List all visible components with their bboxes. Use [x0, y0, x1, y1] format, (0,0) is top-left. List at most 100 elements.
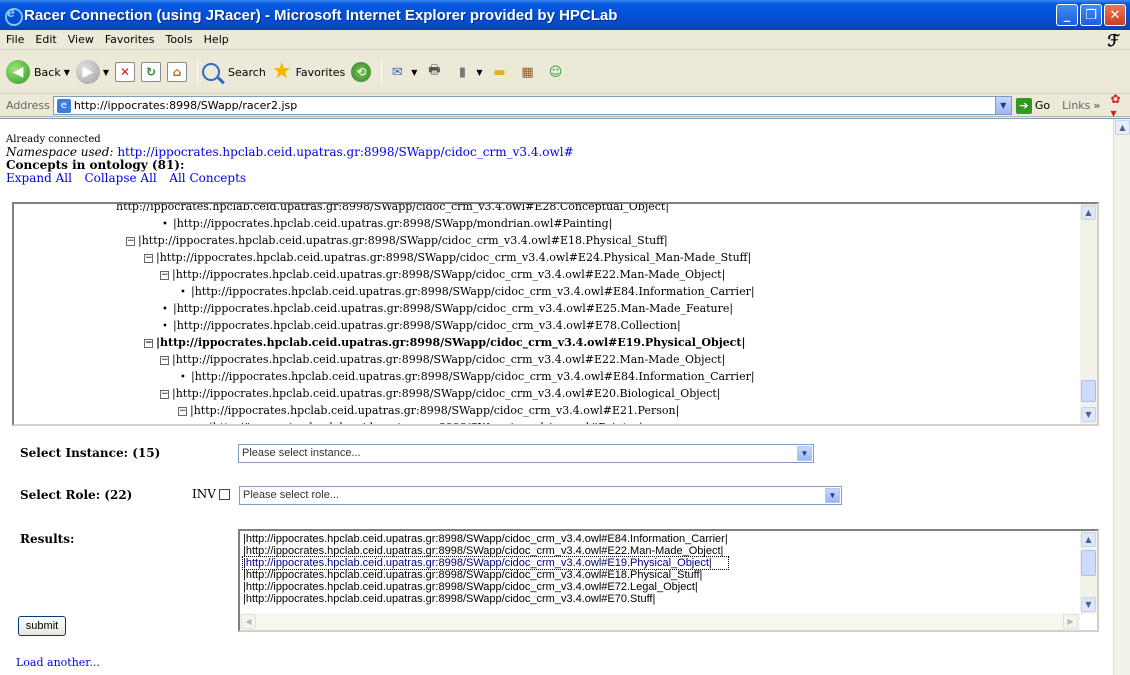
collapse-all-link[interactable]: Collapse All: [84, 171, 156, 185]
tree-node[interactable]: http://ippocrates.hpclab.ceid.upatras.gr…: [116, 204, 669, 215]
instance-select[interactable]: Please select instance... ▼: [238, 444, 814, 463]
menu-favorites[interactable]: Favorites: [105, 33, 155, 46]
ie-logo-icon: [4, 4, 23, 26]
collapse-toggle-icon[interactable]: −: [144, 338, 153, 348]
menu-view[interactable]: View: [68, 33, 94, 46]
go-arrow-icon: ➔: [1015, 97, 1032, 114]
favorites-button[interactable]: ★ Favorites: [272, 57, 345, 87]
chevron-down-icon[interactable]: ▼: [825, 488, 840, 503]
page-viewport: ▲ Already connected Namespace used: http…: [0, 118, 1130, 675]
tree-node[interactable]: − |http://ippocrates.hpclab.ceid.upatras.…: [126, 232, 668, 249]
close-button[interactable]: ✕: [1104, 4, 1126, 26]
collapse-toggle-icon[interactable]: −: [160, 355, 169, 365]
minimize-button[interactable]: _: [1056, 4, 1078, 26]
stop-icon: ✕: [115, 62, 136, 82]
menu-file[interactable]: File: [6, 33, 24, 46]
tree-node-label: |http://ippocrates.hpclab.ceid.upatras.g…: [156, 251, 752, 264]
submit-button[interactable]: submit: [18, 616, 66, 636]
inv-checkbox[interactable]: [218, 488, 230, 500]
scroll-down-icon[interactable]: ▼: [1081, 407, 1096, 422]
tree-node[interactable]: •|http://ippocrates.hpclab.ceid.upatras.…: [178, 283, 755, 300]
tree-node[interactable]: •|http://ippocrates.hpclab.ceid.upatras.…: [178, 368, 755, 385]
result-item[interactable]: |http://ippocrates.hpclab.ceid.upatras.g…: [243, 569, 728, 581]
scroll-up-icon[interactable]: ▲: [1115, 120, 1130, 135]
menu-tools[interactable]: Tools: [166, 33, 193, 46]
print-button[interactable]: 🖶: [423, 57, 445, 87]
tree-node[interactable]: •|http://ippocrates.hpclab.ceid.upatras.…: [160, 317, 681, 334]
all-concepts-link[interactable]: All Concepts: [169, 171, 246, 185]
result-item[interactable]: |http://ippocrates.hpclab.ceid.upatras.g…: [243, 545, 728, 557]
mail-button[interactable]: ✉ ▼: [386, 57, 418, 87]
scroll-left-icon[interactable]: ◀: [241, 614, 256, 629]
results-list[interactable]: |http://ippocrates.hpclab.ceid.upatras.g…: [238, 529, 1099, 632]
address-input[interactable]: e http://ippocrates:8998/SWapp/racer2.js…: [52, 96, 1012, 115]
bullet-icon: •: [180, 287, 186, 298]
collapse-toggle-icon[interactable]: −: [160, 270, 169, 280]
scroll-down-icon[interactable]: ▼: [1081, 597, 1096, 612]
go-button[interactable]: ➔ Go: [1015, 97, 1050, 114]
load-another-link[interactable]: Load another...: [16, 656, 100, 669]
address-bar: Address e http://ippocrates:8998/SWapp/r…: [0, 92, 1130, 120]
stop-button[interactable]: ✕: [115, 57, 136, 87]
tree-node[interactable]: − |http://ippocrates.hpclab.ceid.upatras.…: [160, 266, 725, 283]
tree-node[interactable]: •|http://ippocrates.hpclab.ceid.upatras.…: [196, 419, 642, 424]
collapse-toggle-icon[interactable]: −: [160, 389, 169, 399]
instance-select-value: Please select instance...: [242, 447, 361, 459]
tree-node-label: |http://ippocrates.hpclab.ceid.upatras.g…: [172, 387, 721, 400]
refresh-button[interactable]: ↻: [141, 57, 162, 87]
collapse-toggle-icon[interactable]: −: [178, 406, 187, 416]
edit-page-icon: ▮: [458, 64, 466, 80]
tree-scroll-thumb[interactable]: [1081, 380, 1096, 402]
extension-icon[interactable]: ✿ ▾: [1111, 92, 1130, 120]
tree-scrollbar[interactable]: ▲ ▼: [1080, 204, 1097, 424]
tree-node[interactable]: − |http://ippocrates.hpclab.ceid.upatras.…: [144, 249, 751, 266]
menu-edit[interactable]: Edit: [35, 33, 56, 46]
collapse-toggle-icon[interactable]: −: [144, 253, 153, 263]
scroll-up-icon[interactable]: ▲: [1081, 205, 1096, 220]
links-button[interactable]: Links»: [1062, 99, 1100, 112]
chevron-down-icon[interactable]: ▼: [994, 97, 1011, 114]
history-icon: ⟲: [351, 62, 372, 82]
page-scrollbar[interactable]: ▲: [1113, 119, 1130, 675]
folder-button[interactable]: ▬: [489, 57, 511, 87]
result-item[interactable]: |http://ippocrates.hpclab.ceid.upatras.g…: [243, 593, 728, 605]
chevron-down-icon: ▼: [102, 67, 110, 77]
tree-node[interactable]: − |http://ippocrates.hpclab.ceid.upatras.…: [160, 351, 725, 368]
scroll-up-icon[interactable]: ▲: [1081, 532, 1096, 547]
maximize-button[interactable]: ❐: [1080, 4, 1102, 26]
mail-icon: ✉: [391, 64, 403, 80]
tree-node[interactable]: − |http://ippocrates.hpclab.ceid.upatras.…: [178, 402, 679, 419]
expand-all-link[interactable]: Expand All: [6, 171, 72, 185]
results-hscrollbar[interactable]: ◀ ▶: [240, 613, 1080, 630]
tree-controls: Expand All Collapse All All Concepts: [6, 172, 574, 185]
results-scroll-thumb[interactable]: [1081, 550, 1096, 576]
star-icon: ★: [271, 59, 292, 84]
tree-node-label: |http://ippocrates.hpclab.ceid.upatras.g…: [172, 353, 726, 366]
back-button[interactable]: ◀ Back ▼: [6, 57, 70, 87]
messenger-button[interactable]: ☺: [545, 57, 567, 87]
namespace-url: http://ippocrates.hpclab.ceid.upatras.gr…: [117, 145, 574, 159]
result-item[interactable]: |http://ippocrates.hpclab.ceid.upatras.g…: [243, 533, 728, 545]
menu-help[interactable]: Help: [204, 33, 229, 46]
collapse-toggle-icon[interactable]: −: [126, 236, 135, 246]
result-item[interactable]: |http://ippocrates.hpclab.ceid.upatras.g…: [242, 556, 729, 570]
tree-node[interactable]: − |http://ippocrates.hpclab.ceid.upatras.…: [144, 334, 745, 351]
tree-node[interactable]: − |http://ippocrates.hpclab.ceid.upatras.…: [160, 385, 720, 402]
edit-button[interactable]: ▮ ▼: [451, 57, 483, 87]
concept-tree[interactable]: http://ippocrates.hpclab.ceid.upatras.gr…: [12, 202, 1099, 426]
tree-node[interactable]: •|http://ippocrates.hpclab.ceid.upatras.…: [160, 300, 733, 317]
role-select[interactable]: Please select role... ▼: [239, 486, 842, 505]
search-button[interactable]: Search: [202, 57, 266, 87]
scroll-right-icon[interactable]: ▶: [1063, 614, 1078, 629]
history-button[interactable]: ⟲: [351, 57, 372, 87]
print-icon: 🖶: [428, 63, 441, 78]
result-item[interactable]: |http://ippocrates.hpclab.ceid.upatras.g…: [243, 581, 728, 593]
forward-button[interactable]: ▶ ▼: [75, 57, 110, 87]
home-button[interactable]: ⌂: [167, 57, 188, 87]
chevron-down-icon[interactable]: ▼: [797, 446, 812, 461]
results-scrollbar[interactable]: ▲ ▼: [1080, 531, 1097, 614]
research-button[interactable]: ▦: [517, 57, 539, 87]
home-icon: ⌂: [167, 62, 188, 82]
tree-node[interactable]: •|http://ippocrates.hpclab.ceid.upatras.…: [160, 215, 612, 232]
tree-node-label: |http://ippocrates.hpclab.ceid.upatras.g…: [138, 234, 668, 247]
